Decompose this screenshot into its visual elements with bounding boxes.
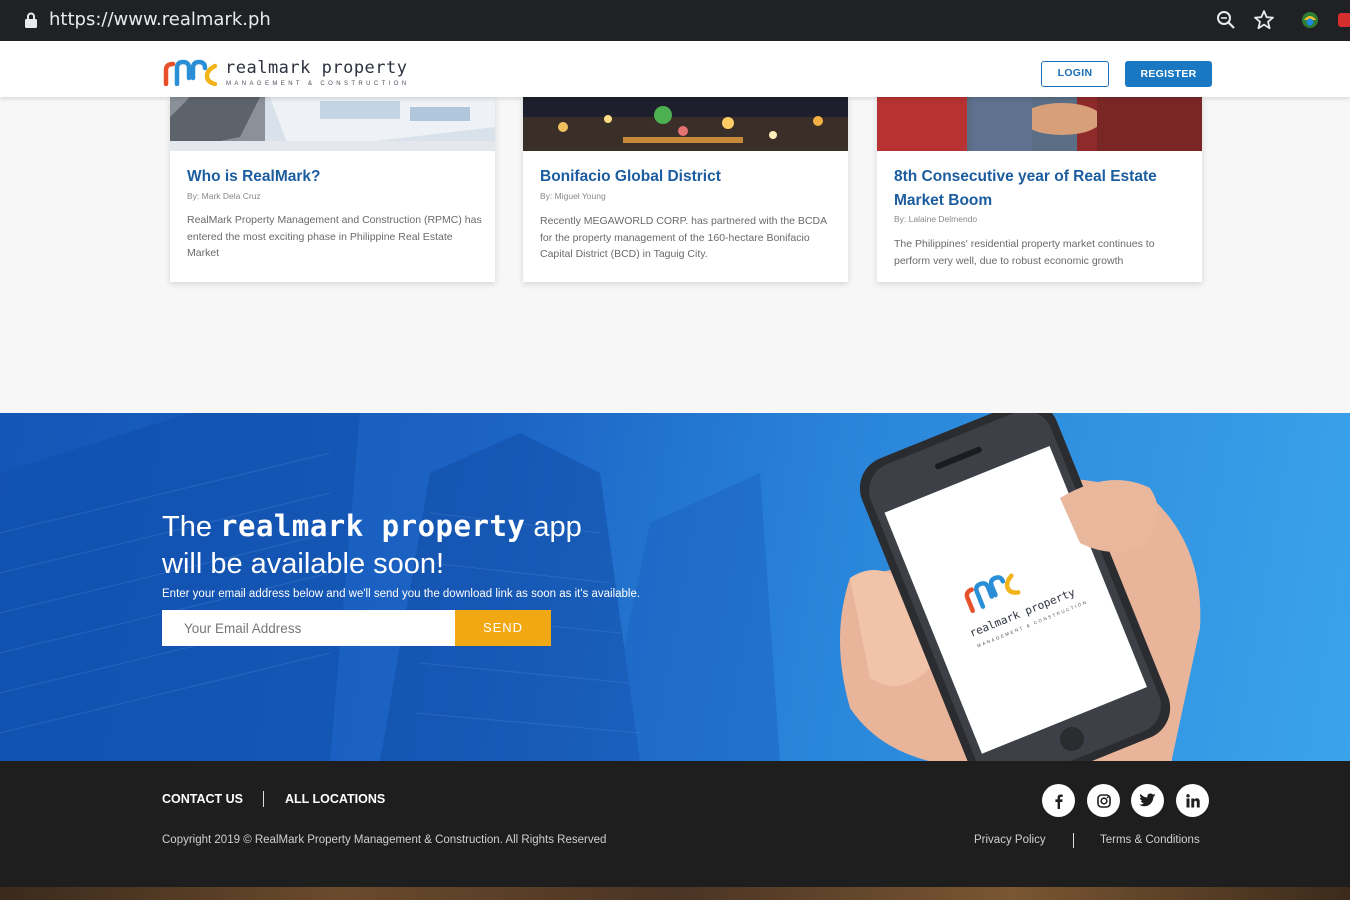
article-card[interactable]: Who is RealMark? By: Mark Dela Cruz Real… [170, 97, 495, 282]
article-excerpt: RealMark Property Management and Constru… [187, 214, 482, 259]
footer-divider [263, 791, 264, 807]
site-footer: CONTACT US ALL LOCATIONS Copyright 2019 … [0, 761, 1350, 887]
zoom-icon[interactable] [1215, 9, 1237, 31]
promo-heading-brand: realmark property [220, 509, 526, 543]
brand-tagline: MANAGEMENT & CONSTRUCTION [226, 81, 410, 87]
terms-conditions-link[interactable]: Terms & Conditions [1100, 834, 1200, 846]
article-image-city-night [523, 97, 848, 151]
facebook-icon[interactable] [1042, 784, 1075, 817]
promo-heading-suffix: app [533, 511, 582, 543]
article-author: By: Miguel Young [540, 191, 606, 201]
linkedin-icon[interactable] [1176, 784, 1209, 817]
promo-subtext: Enter your email address below and we'll… [162, 588, 641, 600]
legal-divider [1073, 833, 1074, 848]
article-title[interactable]: Who is RealMark? [187, 165, 482, 189]
phone-in-hand-illustration: realmark property MANAGEMENT & CONSTRUCT… [840, 413, 1201, 761]
article-author: By: Mark Dela Cruz [187, 191, 261, 201]
app-promo-banner: The realmark property app will be availa… [0, 413, 1350, 761]
extension-icon[interactable] [1299, 9, 1321, 31]
article-excerpt: The Philippines' residential property ma… [894, 238, 1155, 267]
twitter-icon[interactable] [1131, 784, 1164, 817]
promo-heading-prefix: The [162, 511, 212, 543]
article-image-handshake [877, 97, 1202, 151]
all-locations-link[interactable]: ALL LOCATIONS [285, 792, 385, 806]
browser-toolbar: https://www.realmark.ph [0, 0, 1350, 41]
promo-heading-line2: will be available soon! [162, 548, 445, 580]
article-card[interactable]: Bonifacio Global District By: Miguel You… [523, 97, 848, 282]
adblock-icon[interactable] [1336, 9, 1350, 31]
article-image-office [170, 97, 495, 151]
site-header: realmark property MANAGEMENT & CONSTRUCT… [0, 41, 1350, 97]
article-card[interactable]: 8th Consecutive year of Real Estate Mark… [877, 97, 1202, 282]
article-title[interactable]: 8th Consecutive year of Real Estate Mark… [894, 165, 1189, 213]
bookmark-star-icon[interactable] [1253, 9, 1275, 31]
email-input[interactable] [162, 610, 455, 646]
brand-name[interactable]: realmark property [225, 58, 408, 78]
taskbar-edge [0, 887, 1350, 900]
register-button[interactable]: REGISTER [1125, 61, 1212, 87]
article-title[interactable]: Bonifacio Global District [540, 165, 835, 189]
send-button[interactable]: SEND [455, 610, 551, 646]
address-bar[interactable]: https://www.realmark.ph [49, 9, 271, 30]
copyright-text: Copyright 2019 © RealMark Property Manag… [162, 834, 607, 846]
login-button[interactable]: LOGIN [1041, 61, 1109, 87]
rpmc-logo-icon[interactable] [163, 58, 217, 86]
article-excerpt: Recently MEGAWORLD CORP. has partnered w… [540, 215, 827, 260]
instagram-icon[interactable] [1087, 784, 1120, 817]
privacy-policy-link[interactable]: Privacy Policy [974, 834, 1046, 846]
promo-heading: The realmark property app will be availa… [162, 508, 582, 583]
lock-icon [25, 12, 37, 28]
article-author: By: Lalaine Delmendo [894, 214, 978, 224]
contact-us-link[interactable]: CONTACT US [162, 792, 243, 806]
